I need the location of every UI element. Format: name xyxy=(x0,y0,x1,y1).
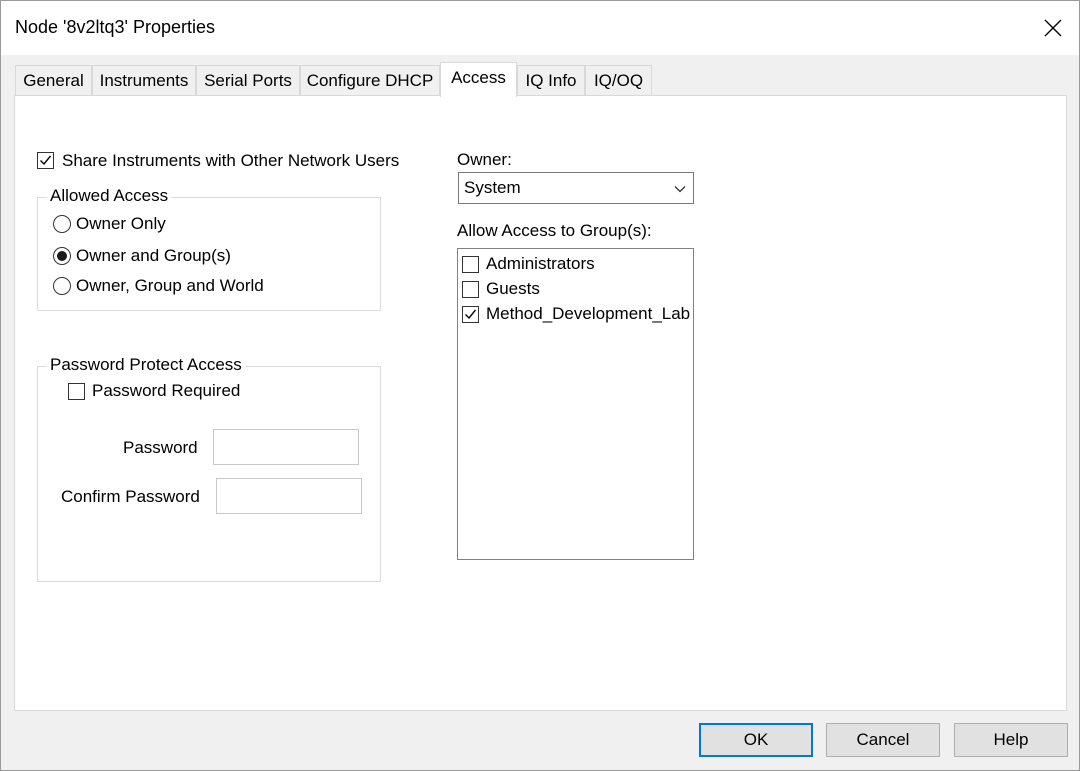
close-button[interactable] xyxy=(1031,9,1075,47)
title-bar: Node '8v2ltq3' Properties xyxy=(1,1,1079,55)
tab-serial-ports[interactable]: Serial Ports xyxy=(196,65,300,95)
radio-owner-group-world[interactable] xyxy=(53,277,71,295)
chevron-down-icon xyxy=(674,186,686,193)
share-instruments-checkbox[interactable] xyxy=(37,152,54,169)
help-button[interactable]: Help xyxy=(954,723,1068,757)
radio-selected-dot xyxy=(57,251,67,261)
group-item-administrators[interactable]: Administrators xyxy=(462,253,690,277)
method-development-lab-label: Method_Development_Lab xyxy=(486,304,691,323)
tab-instruments[interactable]: Instruments xyxy=(92,65,196,95)
cancel-button[interactable]: Cancel xyxy=(826,723,940,757)
owner-dropdown-value: System xyxy=(464,178,521,197)
guests-checkbox[interactable] xyxy=(462,281,479,298)
radio-owner-only[interactable] xyxy=(53,215,71,233)
checkmark-icon xyxy=(465,309,477,320)
tab-iq-info[interactable]: IQ Info xyxy=(517,65,585,95)
close-icon xyxy=(1044,19,1062,37)
tab-iq-oq[interactable]: IQ/OQ xyxy=(585,65,652,95)
confirm-password-input[interactable] xyxy=(216,478,362,514)
administrators-label: Administrators xyxy=(486,254,595,273)
password-protect-legend: Password Protect Access xyxy=(47,355,245,375)
method-development-lab-checkbox[interactable] xyxy=(462,306,479,323)
tab-general[interactable]: General xyxy=(15,65,92,95)
owner-group-world-label: Owner, Group and World xyxy=(76,276,264,295)
tab-configure-dhcp[interactable]: Configure DHCP xyxy=(300,65,440,95)
password-label: Password xyxy=(123,438,198,457)
allowed-access-legend: Allowed Access xyxy=(47,186,172,206)
owner-label: Owner: xyxy=(457,150,512,169)
group-item-guests[interactable]: Guests xyxy=(462,278,690,302)
groups-listbox[interactable]: Administrators Guests Method_Development… xyxy=(457,248,694,560)
properties-dialog: Node '8v2ltq3' Properties General Instru… xyxy=(0,0,1080,771)
ok-button[interactable]: OK xyxy=(699,723,813,757)
checkmark-icon xyxy=(40,155,52,166)
owner-dropdown[interactable]: System xyxy=(458,172,694,204)
group-item-method-development-lab[interactable]: Method_Development_Lab xyxy=(462,303,690,327)
owner-only-label: Owner Only xyxy=(76,214,166,233)
radio-owner-and-groups[interactable] xyxy=(53,247,71,265)
confirm-password-label: Confirm Password xyxy=(61,487,200,506)
password-required-checkbox[interactable] xyxy=(68,383,85,400)
window-title: Node '8v2ltq3' Properties xyxy=(15,17,215,37)
tab-access[interactable]: Access xyxy=(440,62,517,97)
allow-access-groups-label: Allow Access to Group(s): xyxy=(457,221,652,240)
share-instruments-label: Share Instruments with Other Network Use… xyxy=(62,151,400,170)
password-required-label: Password Required xyxy=(92,381,241,400)
administrators-checkbox[interactable] xyxy=(462,256,479,273)
guests-label: Guests xyxy=(486,279,540,298)
password-input[interactable] xyxy=(213,429,359,465)
owner-and-groups-label: Owner and Group(s) xyxy=(76,246,231,265)
